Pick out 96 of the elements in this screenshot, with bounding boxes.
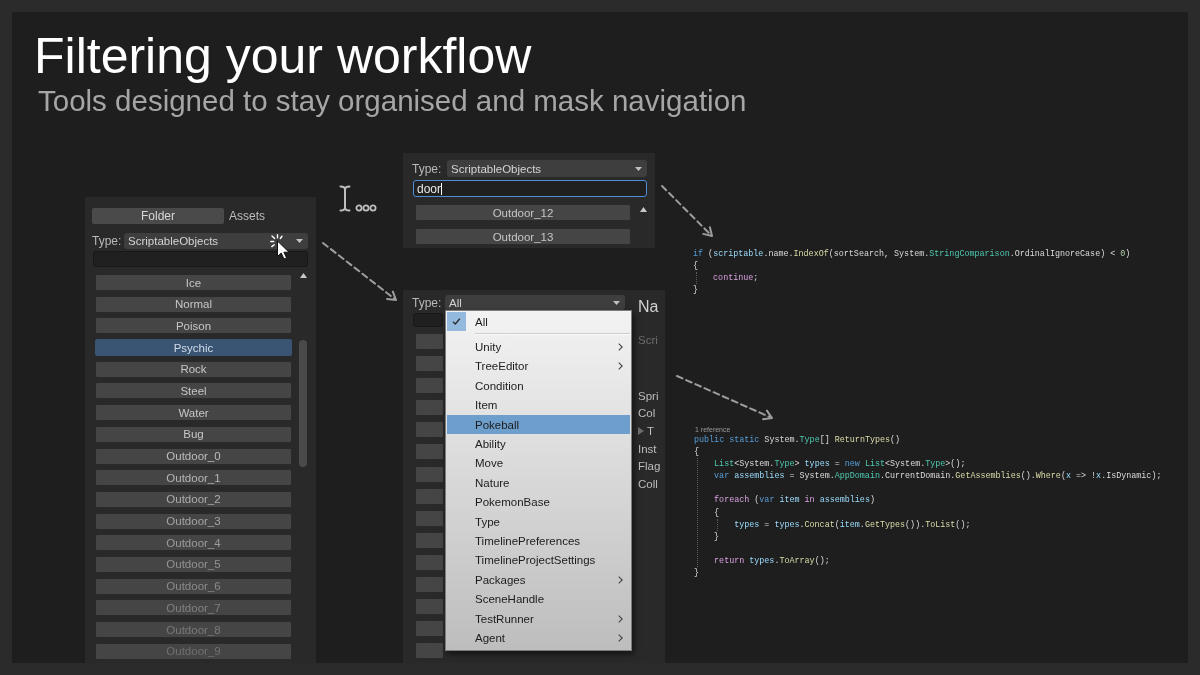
- code-line: types = types.Concat(item.GetTypes()).ToList();: [734, 518, 971, 531]
- type-label: Type:: [412, 295, 442, 310]
- scrollbar-thumb[interactable]: [299, 340, 307, 467]
- check-icon: [447, 312, 466, 332]
- code-line: foreach (var item in assemblies): [714, 494, 875, 507]
- list-item-button[interactable]: Normal: [95, 295, 292, 313]
- menu-item[interactable]: Nature: [447, 473, 630, 493]
- type-label: Type:: [412, 161, 442, 176]
- menu-item[interactable]: Type: [447, 511, 630, 532]
- list-button[interactable]: [415, 509, 443, 527]
- caret-icon: [613, 300, 620, 305]
- menu-item[interactable]: TimelineProjectSettings: [447, 550, 630, 571]
- list-item-button[interactable]: Rock: [95, 360, 292, 378]
- list-button[interactable]: [415, 355, 443, 373]
- list-item-button[interactable]: Outdoor_4: [95, 534, 292, 552]
- list-item-button[interactable]: Ice: [95, 274, 292, 291]
- menu-item[interactable]: SceneHandle: [447, 589, 630, 609]
- slide-title: Filtering your workflow: [34, 28, 532, 84]
- list-item-button[interactable]: Poison: [95, 317, 292, 335]
- menu-item[interactable]: Ability: [447, 434, 630, 454]
- type-dropdown[interactable]: All: [445, 295, 625, 310]
- search-field[interactable]: [93, 251, 308, 267]
- menu-item[interactable]: Pokeball: [447, 414, 630, 435]
- menu-item[interactable]: TestRunner: [447, 608, 630, 629]
- field-label: Flag: [638, 460, 661, 473]
- field-label: Inst: [638, 442, 657, 455]
- caret-icon: [296, 239, 303, 243]
- search-field[interactable]: door: [413, 180, 647, 197]
- code-line: {: [693, 260, 699, 273]
- list-item-button[interactable]: Psychic: [95, 339, 292, 357]
- chevron-right-icon: [618, 343, 623, 352]
- list-item-button[interactable]: Outdoor_12: [415, 204, 631, 221]
- list-button[interactable]: [415, 421, 443, 439]
- chevron-right-icon: [618, 575, 623, 584]
- menu-item[interactable]: Unity: [447, 337, 630, 357]
- list-item-button[interactable]: Outdoor_3: [95, 512, 292, 530]
- menu-item[interactable]: Condition: [447, 376, 630, 396]
- menu-item[interactable]: TreeEditor: [447, 356, 630, 377]
- list-button[interactable]: [415, 333, 443, 350]
- list-button[interactable]: [415, 642, 443, 660]
- type-label: Type:: [92, 234, 122, 248]
- code-line: }: [693, 284, 699, 297]
- list-button[interactable]: [415, 377, 443, 395]
- code-line: public static System.Type[] ReturnTypes(): [694, 434, 901, 447]
- list-item-button[interactable]: Outdoor_0: [95, 447, 292, 465]
- code-line: return types.ToArray();: [714, 554, 830, 568]
- menu-item[interactable]: Packages: [447, 570, 630, 590]
- ellipsis-icon: [355, 204, 377, 212]
- code-line: {: [694, 446, 700, 459]
- code-line: if (scriptable.name.IndexOf(sortSearch, System.StringComparison.OrdinalIgnoreCase) < 0): [693, 248, 1131, 261]
- list-button[interactable]: [415, 576, 443, 594]
- text-cursor-icon: [339, 185, 351, 212]
- dashed-arrow: [659, 183, 715, 239]
- field-label: T: [647, 425, 655, 437]
- panel-tab[interactable]: Folder: [92, 208, 224, 224]
- type-dropdown[interactable]: ScriptableObjects: [447, 160, 647, 177]
- panel-tab[interactable]: Assets: [226, 208, 268, 224]
- list-item-button[interactable]: Outdoor_13: [415, 228, 631, 245]
- list-button[interactable]: [415, 465, 443, 483]
- menu-item[interactable]: All: [447, 312, 630, 332]
- list-button[interactable]: [415, 399, 443, 417]
- code-line: }: [714, 530, 720, 543]
- slide-subtitle: Tools designed to stay organised and mask navigation: [38, 85, 747, 117]
- field-label: Spri: [638, 389, 659, 402]
- list-button[interactable]: [415, 443, 443, 461]
- menu-item[interactable]: PokemonBase: [447, 492, 630, 512]
- list-item-button[interactable]: Outdoor_1: [95, 469, 292, 487]
- list-item-button[interactable]: Water: [95, 404, 292, 422]
- scroll-up-icon[interactable]: [299, 273, 307, 278]
- menu-item[interactable]: Item: [447, 395, 630, 415]
- list-item-button[interactable]: Steel: [95, 382, 292, 400]
- code-line: List<System.Type> types = new List<System.Type>();: [714, 458, 966, 471]
- list-button[interactable]: [415, 531, 443, 549]
- list-button[interactable]: [415, 598, 443, 616]
- menu-item[interactable]: Move: [447, 453, 630, 474]
- code-line: var assemblies = System.AppDomain.CurrentDomain.GetAssemblies().Where(x => !x.IsDynamic);: [714, 470, 1162, 483]
- field-label: Col: [638, 407, 656, 420]
- triangle-icon[interactable]: [638, 427, 644, 435]
- code-line: continue;: [713, 272, 759, 285]
- scroll-up-icon[interactable]: [640, 207, 647, 212]
- list-button[interactable]: [415, 487, 443, 505]
- list-button[interactable]: [415, 553, 443, 571]
- list-button[interactable]: [415, 620, 443, 638]
- code-line: }: [694, 567, 700, 580]
- chevron-right-icon: [618, 633, 623, 642]
- list-item-button[interactable]: Bug: [95, 425, 292, 443]
- code-line: {: [714, 506, 720, 519]
- caret-icon: [635, 166, 642, 171]
- list-item-button[interactable]: Outdoor_2: [95, 490, 292, 508]
- inspector-heading: Na: [638, 297, 659, 317]
- field-label: Scri: [638, 334, 658, 346]
- chevron-right-icon: [618, 614, 623, 623]
- chevron-right-icon: [618, 362, 623, 371]
- field-label: Coll: [638, 477, 658, 490]
- menu-item[interactable]: TimelinePreferences: [447, 531, 630, 551]
- menu-item[interactable]: Agent: [447, 628, 630, 648]
